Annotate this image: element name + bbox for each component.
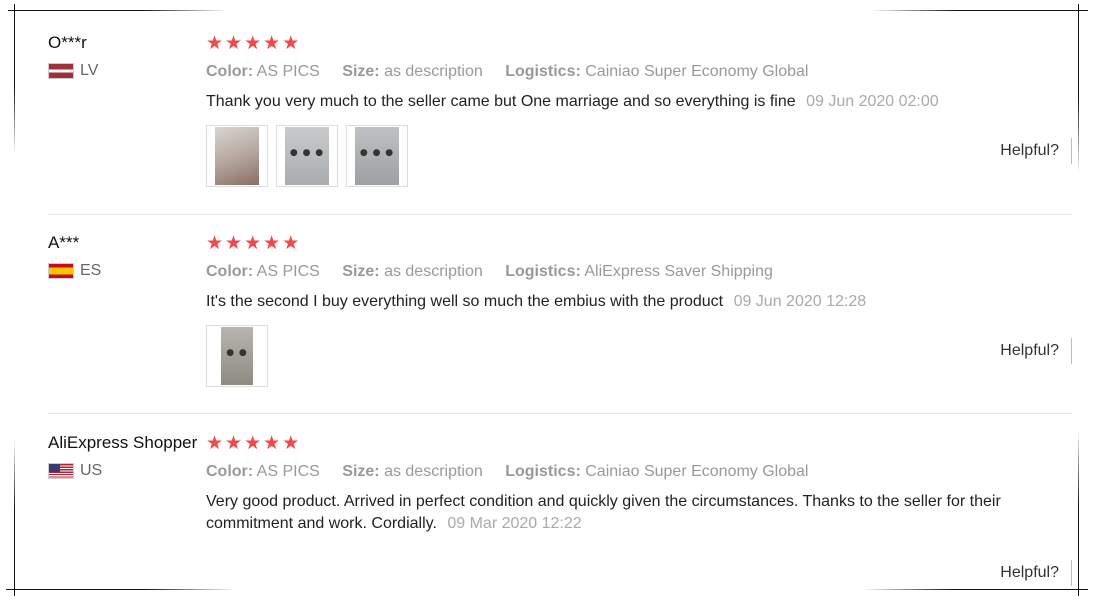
color-label: Color: bbox=[206, 463, 254, 480]
review-content: ★ ★ ★ ★ ★ Color: AS PICS Size: as descri… bbox=[206, 230, 1072, 387]
photo-image: ● ● ● bbox=[355, 127, 399, 185]
logistics-label: Logistics: bbox=[505, 263, 581, 280]
review-photos: ● ● bbox=[206, 325, 1072, 387]
review-item: AliExpress Shopper US ★ ★ ★ ★ ★ Color: A… bbox=[48, 430, 1072, 590]
reviewer-info: O***r LV bbox=[48, 30, 203, 80]
star-icon: ★ bbox=[263, 432, 281, 454]
helpful-button[interactable]: Helpful? bbox=[1000, 338, 1072, 364]
color-label: Color: bbox=[206, 63, 254, 80]
reviewer-name: AliExpress Shopper bbox=[48, 433, 198, 452]
review-item: A*** ES ★ ★ ★ ★ ★ Color: AS PICS Size: a… bbox=[48, 230, 1072, 414]
star-rating: ★ ★ ★ ★ ★ bbox=[206, 230, 1072, 256]
review-item: O***r LV ★ ★ ★ ★ ★ Color: AS PICS Size: … bbox=[48, 30, 1072, 215]
frame-corner-line bbox=[14, 4, 15, 154]
helpful-divider bbox=[1071, 560, 1072, 586]
review-date: 09 Mar 2020 12:22 bbox=[447, 515, 582, 532]
star-icon: ★ bbox=[282, 232, 300, 254]
star-icon: ★ bbox=[282, 32, 300, 54]
star-icon: ★ bbox=[282, 432, 300, 454]
review-body: Thank you very much to the seller came b… bbox=[206, 93, 796, 110]
color-label: Color: bbox=[206, 263, 254, 280]
helpful-label: Helpful? bbox=[1000, 564, 1059, 581]
star-icon: ★ bbox=[244, 32, 262, 54]
size-label: Size: bbox=[342, 463, 380, 480]
helpful-label: Helpful? bbox=[1000, 142, 1059, 159]
color-value: AS PICS bbox=[256, 463, 320, 480]
country-code: US bbox=[80, 462, 103, 479]
order-attributes: Color: AS PICS Size: as description Logi… bbox=[206, 61, 1072, 83]
frame-corner-line bbox=[8, 10, 228, 11]
helpful-divider bbox=[1071, 338, 1072, 364]
size-label: Size: bbox=[342, 63, 380, 80]
reviews-page: O***r LV ★ ★ ★ ★ ★ Color: AS PICS Size: … bbox=[0, 0, 1094, 600]
helpful-button[interactable]: Helpful? bbox=[1000, 560, 1072, 586]
logistics-value: Cainiao Super Economy Global bbox=[585, 463, 809, 480]
reviewer-country: ES bbox=[48, 262, 203, 280]
star-icon: ★ bbox=[206, 232, 224, 254]
color-value: AS PICS bbox=[256, 63, 320, 80]
color-value: AS PICS bbox=[256, 263, 320, 280]
helpful-label: Helpful? bbox=[1000, 342, 1059, 359]
logistics-value: AliExpress Saver Shipping bbox=[584, 263, 773, 280]
photo-image: ● ● ● bbox=[285, 127, 329, 185]
country-code: LV bbox=[80, 62, 99, 79]
review-photo-thumbnail[interactable] bbox=[206, 125, 268, 187]
logistics-label: Logistics: bbox=[505, 463, 581, 480]
review-text: Very good product. Arrived in perfect co… bbox=[206, 491, 1072, 535]
star-rating: ★ ★ ★ ★ ★ bbox=[206, 430, 1072, 456]
star-icon: ★ bbox=[263, 232, 281, 254]
review-text: Thank you very much to the seller came b… bbox=[206, 91, 1072, 113]
star-icon: ★ bbox=[225, 432, 243, 454]
review-photo-thumbnail[interactable]: ● ● bbox=[206, 325, 268, 387]
reviewer-country: US bbox=[48, 462, 203, 480]
logistics-label: Logistics: bbox=[505, 63, 581, 80]
country-code: ES bbox=[80, 262, 102, 279]
photo-image bbox=[215, 127, 259, 185]
review-content: ★ ★ ★ ★ ★ Color: AS PICS Size: as descri… bbox=[206, 430, 1072, 535]
review-text: It's the second I buy everything well so… bbox=[206, 291, 1072, 313]
order-attributes: Color: AS PICS Size: as description Logi… bbox=[206, 461, 1072, 483]
review-photo-thumbnail[interactable]: ● ● ● bbox=[276, 125, 338, 187]
size-value: as description bbox=[384, 463, 483, 480]
review-photo-thumbnail[interactable]: ● ● ● bbox=[346, 125, 408, 187]
frame-corner-line bbox=[1078, 4, 1079, 174]
helpful-button[interactable]: Helpful? bbox=[1000, 138, 1072, 164]
photo-image: ● ● bbox=[221, 327, 253, 385]
frame-corner-line bbox=[1078, 430, 1079, 596]
reviewer-country: LV bbox=[48, 62, 203, 80]
star-rating: ★ ★ ★ ★ ★ bbox=[206, 30, 1072, 56]
star-icon: ★ bbox=[244, 432, 262, 454]
spain-flag-icon bbox=[48, 263, 74, 279]
logistics-value: Cainiao Super Economy Global bbox=[585, 63, 809, 80]
frame-corner-line bbox=[870, 10, 1088, 11]
reviewer-info: A*** ES bbox=[48, 230, 203, 280]
review-photos: ● ● ● ● ● ● bbox=[206, 125, 1072, 187]
star-icon: ★ bbox=[225, 32, 243, 54]
review-body: It's the second I buy everything well so… bbox=[206, 293, 724, 310]
helpful-divider bbox=[1071, 138, 1072, 164]
order-attributes: Color: AS PICS Size: as description Logi… bbox=[206, 261, 1072, 283]
review-date: 09 Jun 2020 02:00 bbox=[806, 93, 939, 110]
review-body: Very good product. Arrived in perfect co… bbox=[206, 493, 1001, 532]
star-icon: ★ bbox=[263, 32, 281, 54]
reviewer-info: AliExpress Shopper US bbox=[48, 430, 203, 480]
usa-flag-icon bbox=[48, 463, 74, 479]
size-value: as description bbox=[384, 263, 483, 280]
reviewer-name: O***r bbox=[48, 33, 87, 52]
star-icon: ★ bbox=[206, 32, 224, 54]
reviewer-name: A*** bbox=[48, 233, 80, 252]
frame-corner-line bbox=[14, 440, 15, 596]
star-icon: ★ bbox=[244, 232, 262, 254]
size-label: Size: bbox=[342, 263, 380, 280]
star-icon: ★ bbox=[225, 232, 243, 254]
star-icon: ★ bbox=[206, 432, 224, 454]
latvia-flag-icon bbox=[48, 63, 74, 79]
review-date: 09 Jun 2020 12:28 bbox=[733, 293, 867, 310]
review-content: ★ ★ ★ ★ ★ Color: AS PICS Size: as descri… bbox=[206, 30, 1072, 187]
size-value: as description bbox=[384, 63, 483, 80]
